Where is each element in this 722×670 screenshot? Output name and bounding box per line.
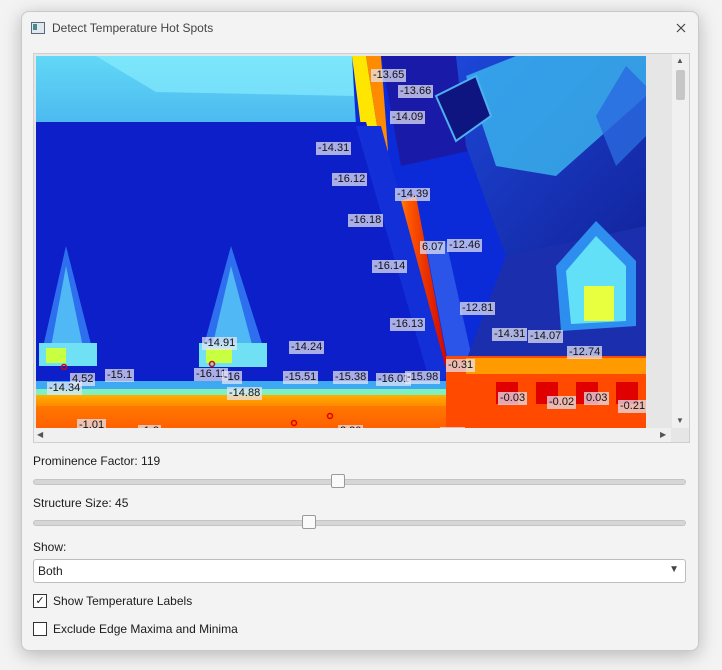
scroll-down-arrow-icon[interactable]: ▼	[676, 416, 684, 425]
exclude-edge-row[interactable]: Exclude Edge Maxima and Minima	[33, 622, 238, 636]
temperature-label: -16.12	[332, 173, 368, 186]
temperature-label: -14.09	[390, 111, 426, 124]
show-selected-value: Both	[38, 564, 63, 578]
temperature-label: -16	[222, 371, 242, 384]
temperature-label: -12.81	[460, 302, 496, 315]
temperature-label: -1.01	[77, 419, 107, 428]
structure-size-label: Structure Size: 45	[33, 496, 129, 510]
show-temperature-labels-row[interactable]: ✓ Show Temperature Labels	[33, 594, 192, 608]
exclude-edge-text: Exclude Edge Maxima and Minima	[53, 622, 238, 636]
vertical-scroll-thumb[interactable]	[676, 70, 685, 100]
structure-thumb[interactable]	[302, 515, 316, 529]
temperature-label: -16.18	[348, 214, 384, 227]
temperature-label: -13.66	[398, 85, 434, 98]
temperature-label: -15.51	[283, 371, 319, 384]
temperature-label: 0.03	[584, 392, 610, 405]
prominence-track	[33, 479, 686, 485]
structure-size-slider[interactable]	[33, 512, 686, 532]
temperature-label: -16.14	[372, 260, 408, 273]
show-temperature-labels-checkbox[interactable]: ✓	[33, 594, 47, 608]
close-icon	[676, 23, 686, 33]
temperature-label: -15.1	[105, 369, 135, 382]
thermal-image: -13.65 -13.66 -14.09 -14.31 -16.12 -14.39 -16.…	[36, 56, 646, 428]
temperature-label: -14.31	[492, 328, 528, 341]
image-viewer[interactable]: -13.65 -13.66 -14.09 -14.31 -16.12 -14.39 -16.…	[33, 53, 690, 443]
temperature-label: -14.31	[316, 142, 352, 155]
window-app-icon	[31, 22, 45, 34]
window-title: Detect Temperature Hot Spots	[52, 21, 214, 35]
exclude-edge-checkbox[interactable]	[33, 622, 47, 636]
scroll-left-arrow-icon[interactable]: ◀	[37, 430, 43, 439]
dialog-window: Detect Temperature Hot Spots -13.65 -13.…	[21, 11, 699, 651]
structure-track	[33, 520, 686, 526]
title-bar: Detect Temperature Hot Spots	[22, 12, 698, 44]
temperature-label: -12.74	[567, 346, 603, 359]
temperature-label: -0.03	[498, 392, 528, 405]
temperature-label: -14.39	[395, 188, 431, 201]
temperature-label: -15.38	[333, 371, 369, 384]
temperature-label: -16.13	[390, 318, 426, 331]
temperature-label: -12.46	[447, 239, 483, 252]
temperature-label: 6.07	[420, 241, 446, 254]
horizontal-scrollbar[interactable]: ◀ ▶	[34, 428, 671, 442]
temperature-label: -14.07	[528, 330, 564, 343]
temperature-label: -0.31	[446, 359, 476, 372]
show-temperature-labels-text: Show Temperature Labels	[53, 594, 193, 608]
scroll-up-arrow-icon[interactable]: ▲	[676, 56, 684, 65]
prominence-thumb[interactable]	[331, 474, 345, 488]
temperature-label: -0.02	[547, 396, 577, 409]
scroll-right-arrow-icon[interactable]: ▶	[660, 430, 666, 439]
temperature-label: -14.88	[227, 387, 263, 400]
temperature-label: -13.65	[371, 69, 407, 82]
prominence-slider[interactable]	[33, 471, 686, 491]
temperature-label: -14.34	[47, 382, 83, 395]
prominence-label: Prominence Factor: 119	[33, 454, 161, 468]
show-label: Show:	[33, 540, 67, 554]
close-button[interactable]	[670, 17, 692, 39]
temperature-label: -14.91	[202, 337, 238, 350]
vertical-scrollbar[interactable]: ▲ ▼	[672, 54, 689, 428]
temperature-label: -0.21	[618, 400, 646, 413]
show-select[interactable]: Both ▼	[33, 559, 686, 583]
chevron-down-icon: ▼	[669, 564, 679, 575]
temperature-label: -15.98	[405, 371, 441, 384]
temperature-label: -14.24	[289, 341, 325, 354]
